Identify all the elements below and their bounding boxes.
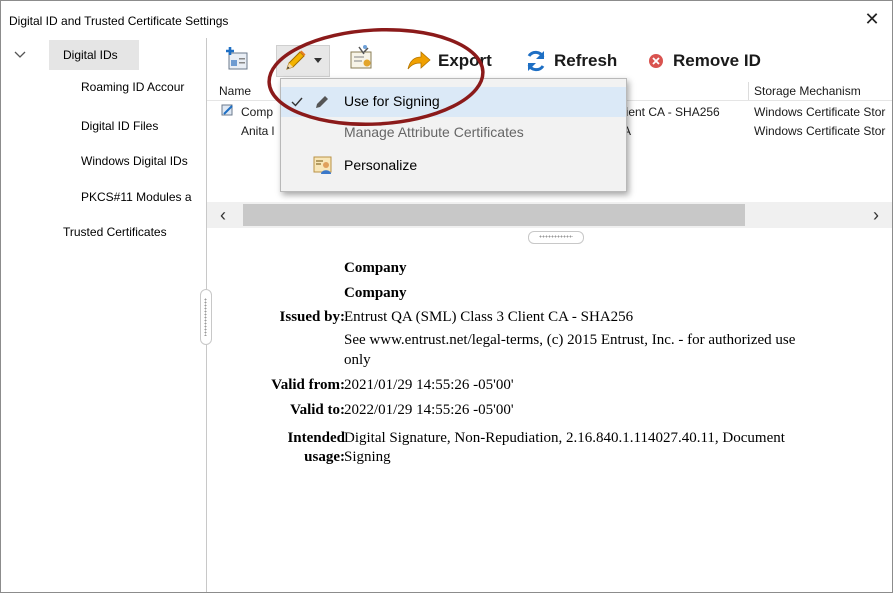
subject-organization: Company [344,285,407,301]
sign-options-menu: Use for Signing Manage Attribute Certifi… [280,78,627,192]
export-button[interactable]: Export [406,46,492,76]
scroll-left-icon[interactable]: ‹ [211,204,235,226]
horizontal-splitter-handle[interactable] [528,231,584,244]
horizontal-scrollbar[interactable]: ‹ › [207,202,892,228]
scroll-right-icon[interactable]: › [864,204,888,226]
intended-usage-label-cont: usage: [304,449,345,465]
remove-id-label: Remove ID [673,51,761,70]
menu-item-label: Personalize [344,157,418,173]
tree-item-digital-ids[interactable]: Digital IDs [49,40,139,70]
pencil-icon [286,50,306,70]
menu-item-label: Use for Signing [344,93,440,109]
tree-item-label: Digital IDs [63,48,118,62]
scrollbar-thumb[interactable] [243,204,745,226]
valid-to-label: Valid to: [290,402,345,418]
navigation-tree: Digital IDs Roaming ID Accour Digital ID… [1,38,207,592]
sign-options-button[interactable] [276,45,330,77]
menu-item-personalize[interactable]: Personalize [281,151,626,181]
refresh-label: Refresh [554,51,618,70]
close-icon[interactable]: ✕ [862,9,882,29]
chevron-down-icon[interactable] [13,48,27,62]
export-label: Export [438,51,492,70]
cell-issuer: lient CA - SHA256 [623,105,720,119]
refresh-icon [527,50,545,72]
refresh-button[interactable]: Refresh [524,46,617,76]
cell-storage: Windows Certificate Stor [754,105,886,119]
issued-by-extra-cont: only [344,352,371,368]
menu-item-manage-attribute-certificates[interactable]: Manage Attribute Certificates [281,118,626,148]
issued-by-value: Entrust QA (SML) Class 3 Client CA - SHA… [344,309,634,325]
tree-item-pkcs11[interactable]: PKCS#11 Modules a [81,190,199,204]
issued-by-extra: See www.entrust.net/legal-terms, (c) 201… [344,332,796,348]
cell-name: Anita l [241,124,275,138]
title-bar: Digital ID and Trusted Certificate Setti… [1,1,892,37]
vertical-splitter-handle[interactable] [200,289,212,345]
dropdown-arrow-icon [314,58,322,63]
remove-id-button[interactable]: Remove ID [645,46,761,76]
tree-item-roaming-id[interactable]: Roaming ID Accour [81,80,199,94]
pen-icon [316,96,328,108]
valid-from-label: Valid from: [271,377,345,393]
valid-to-value: 2022/01/29 14:55:26 -05'00' [344,402,514,418]
menu-item-label: Manage Attribute Certificates [344,124,524,140]
intended-usage-value-cont: Signing [344,449,391,465]
menu-item-use-for-signing[interactable]: Use for Signing [281,87,626,117]
subject-name: Company [344,260,407,276]
tree-item-trusted-certificates[interactable]: Trusted Certificates [63,225,199,239]
checkmark-icon [291,97,303,107]
tree-item-windows-digital-ids[interactable]: Windows Digital IDs [81,154,199,168]
personalize-icon [313,156,332,174]
certificate-details-icon[interactable] [346,44,378,74]
remove-icon [649,54,663,68]
dialog-window: Digital ID and Trusted Certificate Setti… [0,0,893,593]
digital-id-icon [221,104,233,116]
issued-by-label: Issued by: [279,309,345,325]
intended-usage-label: Intended [287,430,345,446]
cell-storage: Windows Certificate Stor [754,124,886,138]
add-id-icon[interactable] [221,44,253,74]
intended-usage-value: Digital Signature, Non-Repudiation, 2.16… [344,430,785,446]
window-title: Digital ID and Trusted Certificate Setti… [9,14,229,28]
valid-from-value: 2021/01/29 14:55:26 -05'00' [344,377,514,393]
tree-item-digital-id-files[interactable]: Digital ID Files [81,119,199,133]
cell-name: Comp [241,105,274,119]
export-arrow-icon [407,51,431,70]
